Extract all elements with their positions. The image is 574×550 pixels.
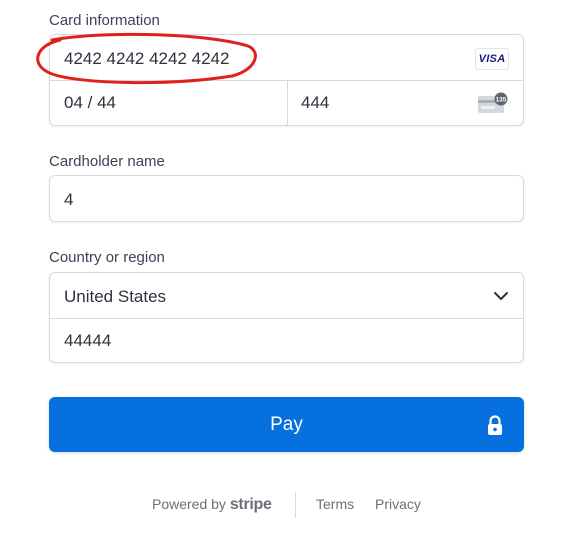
pay-button-label: Pay [270, 414, 303, 435]
card-number-value: 4242 4242 4242 4242 [64, 49, 230, 68]
powered-by-text: Powered by stripe [152, 496, 272, 513]
postal-code-field[interactable]: 44444 [50, 318, 523, 362]
chevron-down-icon [494, 292, 508, 300]
cvc-card-icon: 135 [478, 92, 508, 113]
footer-divider [295, 492, 296, 518]
terms-link[interactable]: Terms [316, 496, 354, 512]
card-cvc-field[interactable]: 444 135 [287, 80, 523, 125]
card-cvc-value: 444 [301, 93, 330, 112]
country-region-group: United States 44444 [49, 272, 524, 363]
country-region-label: Country or region [49, 249, 165, 266]
cardholder-name-value: 4 [64, 190, 74, 209]
card-information-label: Card information [49, 12, 160, 29]
pay-button[interactable]: Pay [49, 397, 524, 452]
card-expiry-field[interactable]: 04 / 44 [50, 80, 288, 125]
visa-card-icon: VISA [475, 48, 509, 70]
cardholder-name-label: Cardholder name [49, 153, 165, 170]
stripe-logo[interactable]: stripe [230, 496, 272, 513]
lock-icon [488, 415, 502, 435]
card-information-group: 4242 4242 4242 4242 VISA 04 / 44 444 135 [49, 34, 524, 126]
cvc-badge-text: 135 [496, 96, 507, 103]
card-expiry-value: 04 / 44 [64, 93, 116, 112]
card-number-field[interactable]: 4242 4242 4242 4242 VISA [50, 35, 523, 81]
postal-code-value: 44444 [64, 331, 112, 350]
privacy-link[interactable]: Privacy [375, 496, 421, 512]
cardholder-name-field[interactable]: 4 [49, 175, 524, 222]
country-selected-value: United States [64, 287, 167, 306]
footer: Powered by stripe Terms Privacy [0, 492, 574, 518]
country-select[interactable]: United States [50, 273, 523, 319]
